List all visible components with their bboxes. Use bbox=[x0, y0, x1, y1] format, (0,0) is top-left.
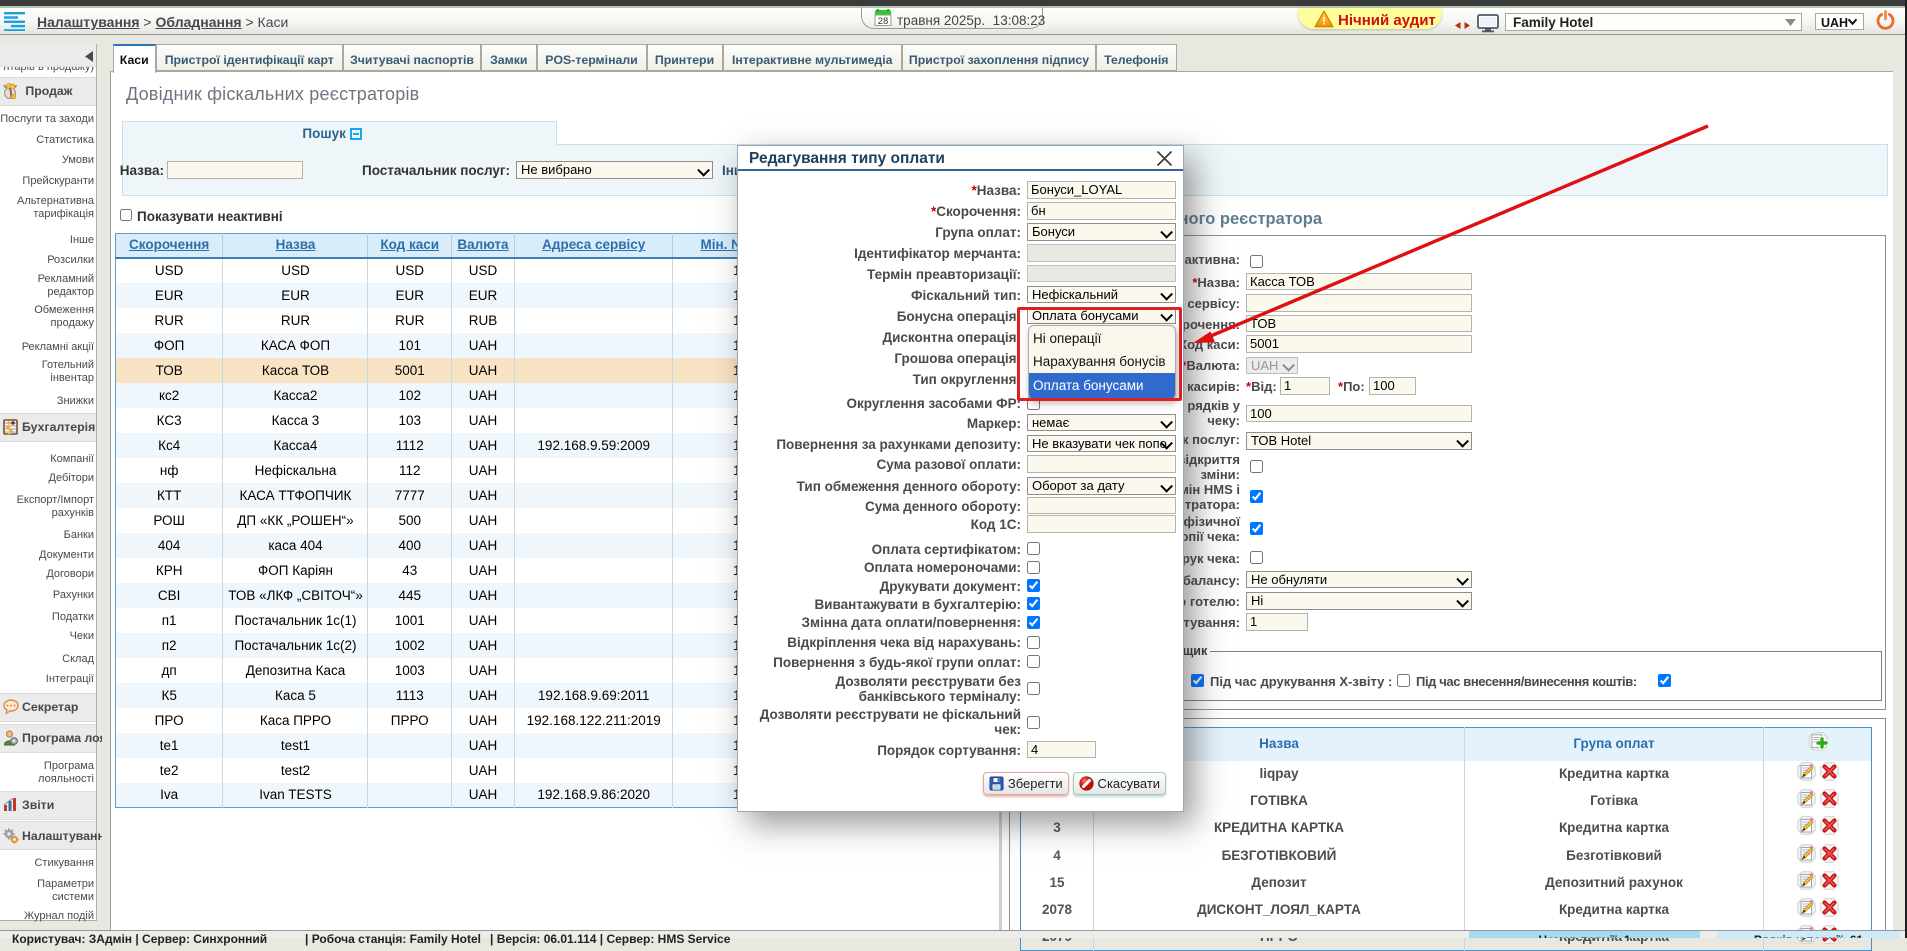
svg-text:28: 28 bbox=[878, 16, 889, 26]
svg-text:!: ! bbox=[1322, 16, 1326, 28]
